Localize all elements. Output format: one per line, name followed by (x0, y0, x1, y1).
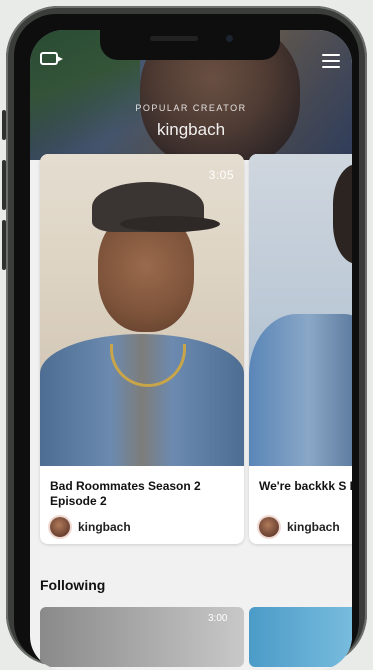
channel-row[interactable]: kingbach (50, 516, 131, 538)
channel-name[interactable]: kingbach (287, 520, 340, 534)
creator-name[interactable]: kingbach (30, 120, 352, 140)
front-camera (226, 35, 233, 42)
thumbnail-figure-head (333, 164, 352, 264)
channel-avatar[interactable] (259, 517, 279, 537)
hamburger-menu-icon[interactable] (322, 54, 340, 68)
thumbnail-figure-shirt (249, 314, 352, 466)
popular-creator-label: POPULAR CREATOR (135, 103, 247, 113)
following-section-title: Following (40, 577, 106, 593)
app-screen: POPULAR CREATOR kingbach 3:05 Bad Roomma… (30, 30, 352, 670)
channel-avatar[interactable] (50, 517, 70, 537)
channel-row[interactable]: kingbach (259, 516, 340, 538)
following-video-thumbnail[interactable] (249, 607, 352, 667)
phone-notch (100, 30, 280, 60)
video-card[interactable]: We're backkk S Episode 1 kingbach (249, 154, 352, 544)
following-video-duration: 3:00 (208, 613, 228, 624)
video-thumbnail[interactable] (249, 154, 352, 466)
video-duration: 3:05 (208, 168, 234, 182)
thumbnail-figure-cap-brim (120, 216, 220, 232)
video-thumbnail[interactable]: 3:05 (40, 154, 244, 466)
video-title[interactable]: Bad Roommates Season 2 Episode 2 (50, 479, 230, 509)
video-title[interactable]: We're backkk S Episode 1 (259, 479, 352, 494)
video-camera-icon[interactable] (40, 52, 63, 65)
video-card[interactable]: 3:05 Bad Roommates Season 2 Episode 2 ki… (40, 154, 244, 544)
channel-name[interactable]: kingbach (78, 520, 131, 534)
speaker-grille (150, 36, 198, 41)
